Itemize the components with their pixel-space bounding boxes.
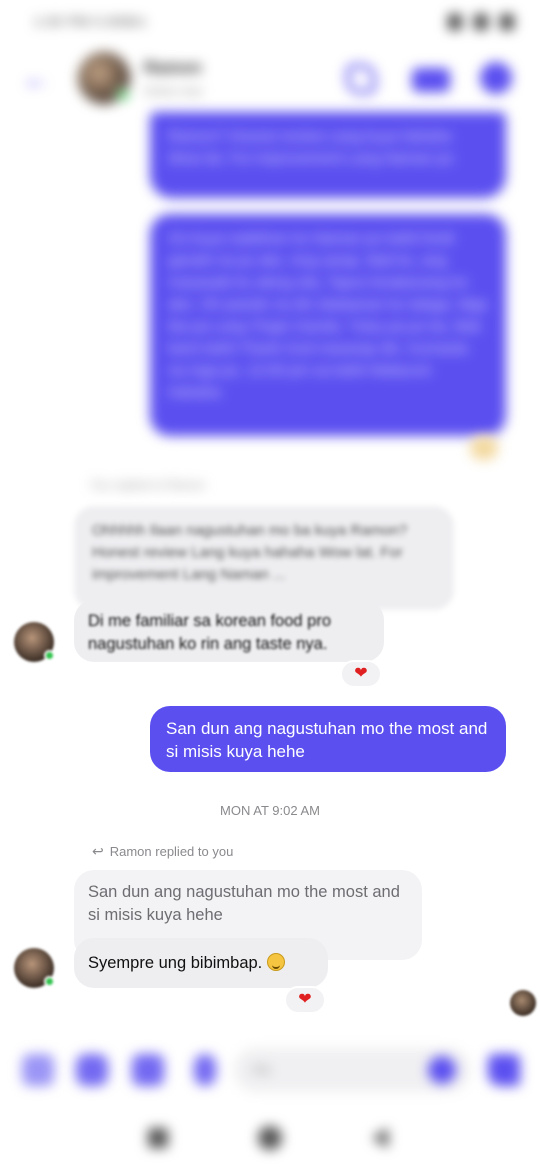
reply-arrow-icon: ↩ [92,843,104,859]
status-bar: 1:00 PM 0.0KB/s [0,0,540,48]
message-text: Ramon? Honest review Lang kuya hahaha Wo… [168,128,454,167]
reaction-badge[interactable] [470,436,498,460]
contact-status: Active now [144,84,203,98]
gallery-icon[interactable] [132,1054,164,1086]
quoted-text: Ohhhhh Ilaan nagustuhan mo ba kuya Ramon… [92,522,408,583]
status-time: 1:00 PM 0.0KB/s [34,14,147,29]
microphone-icon[interactable] [194,1054,216,1086]
smile-emoji-icon [266,953,285,971]
status-icons [448,14,514,30]
message-text: San dun ang nagustuhan mo the most and s… [166,719,488,761]
message-bubble-outgoing[interactable]: Ramon? Honest review Lang kuya hahaha Wo… [150,112,506,198]
message-bubble-outgoing[interactable]: Oo kuya nadeliver ko Naman po kahit hind… [150,214,506,436]
contact-avatar[interactable] [78,52,130,104]
contact-avatar-small[interactable] [14,948,55,988]
video-call-icon[interactable] [412,68,450,92]
heart-reaction[interactable]: ❤ [284,986,326,1014]
back-arrow-icon[interactable]: ← [22,65,50,93]
back-icon[interactable] [372,1128,388,1148]
info-icon[interactable] [480,62,512,94]
message-text: Di me familiar sa korean food pro nagust… [88,612,332,653]
contact-name[interactable]: Ramon [144,58,202,78]
message-input[interactable]: Aa [234,1048,470,1092]
seen-avatar [510,990,536,1016]
signal-icon [448,14,462,30]
online-indicator [44,650,55,661]
thumbs-up-icon[interactable] [488,1054,520,1086]
contact-avatar-small[interactable] [14,622,55,662]
recents-icon[interactable] [148,1128,168,1148]
emoji-icon[interactable] [428,1056,456,1084]
wifi-icon [474,14,488,30]
message-bubble-outgoing[interactable]: San dun ang nagustuhan mo the most and s… [150,706,506,772]
chat-header: ← Ramon Active now [0,48,540,114]
message-timestamp: MON AT 9:02 AM [220,803,320,818]
online-indicator [116,88,130,102]
reply-meta-text: Ramon replied to you [109,844,234,859]
reply-meta: You replied to Ramon [90,478,205,492]
message-composer: Aa [0,1040,540,1102]
battery-icon [500,14,514,30]
heart-icon: ❤ [298,991,312,1008]
quoted-message[interactable]: Ohhhhh Ilaan nagustuhan mo ba kuya Ramon… [74,506,454,610]
system-nav-bar [0,1110,540,1170]
menu-grid-icon[interactable] [22,1054,54,1086]
heart-icon: ❤ [354,665,368,682]
message-text: Syempre ung bibimbap. [88,954,263,972]
camera-icon[interactable] [76,1054,108,1086]
message-bubble-incoming[interactable]: Di me familiar sa korean food pro nagust… [74,600,384,662]
home-icon[interactable] [258,1126,282,1150]
message-placeholder: Aa [252,1061,271,1078]
message-bubble-incoming[interactable]: Syempre ung bibimbap. [74,938,328,988]
online-indicator [44,976,55,987]
quoted-text: San dun ang nagustuhan mo the most and s… [88,883,400,924]
heart-reaction[interactable]: ❤ [340,660,382,688]
message-text: Oo kuya nadeliver ko Naman po kahit hind… [168,230,488,401]
reply-meta: ↩ Ramon replied to you [92,843,233,860]
phone-call-icon[interactable] [346,64,376,94]
